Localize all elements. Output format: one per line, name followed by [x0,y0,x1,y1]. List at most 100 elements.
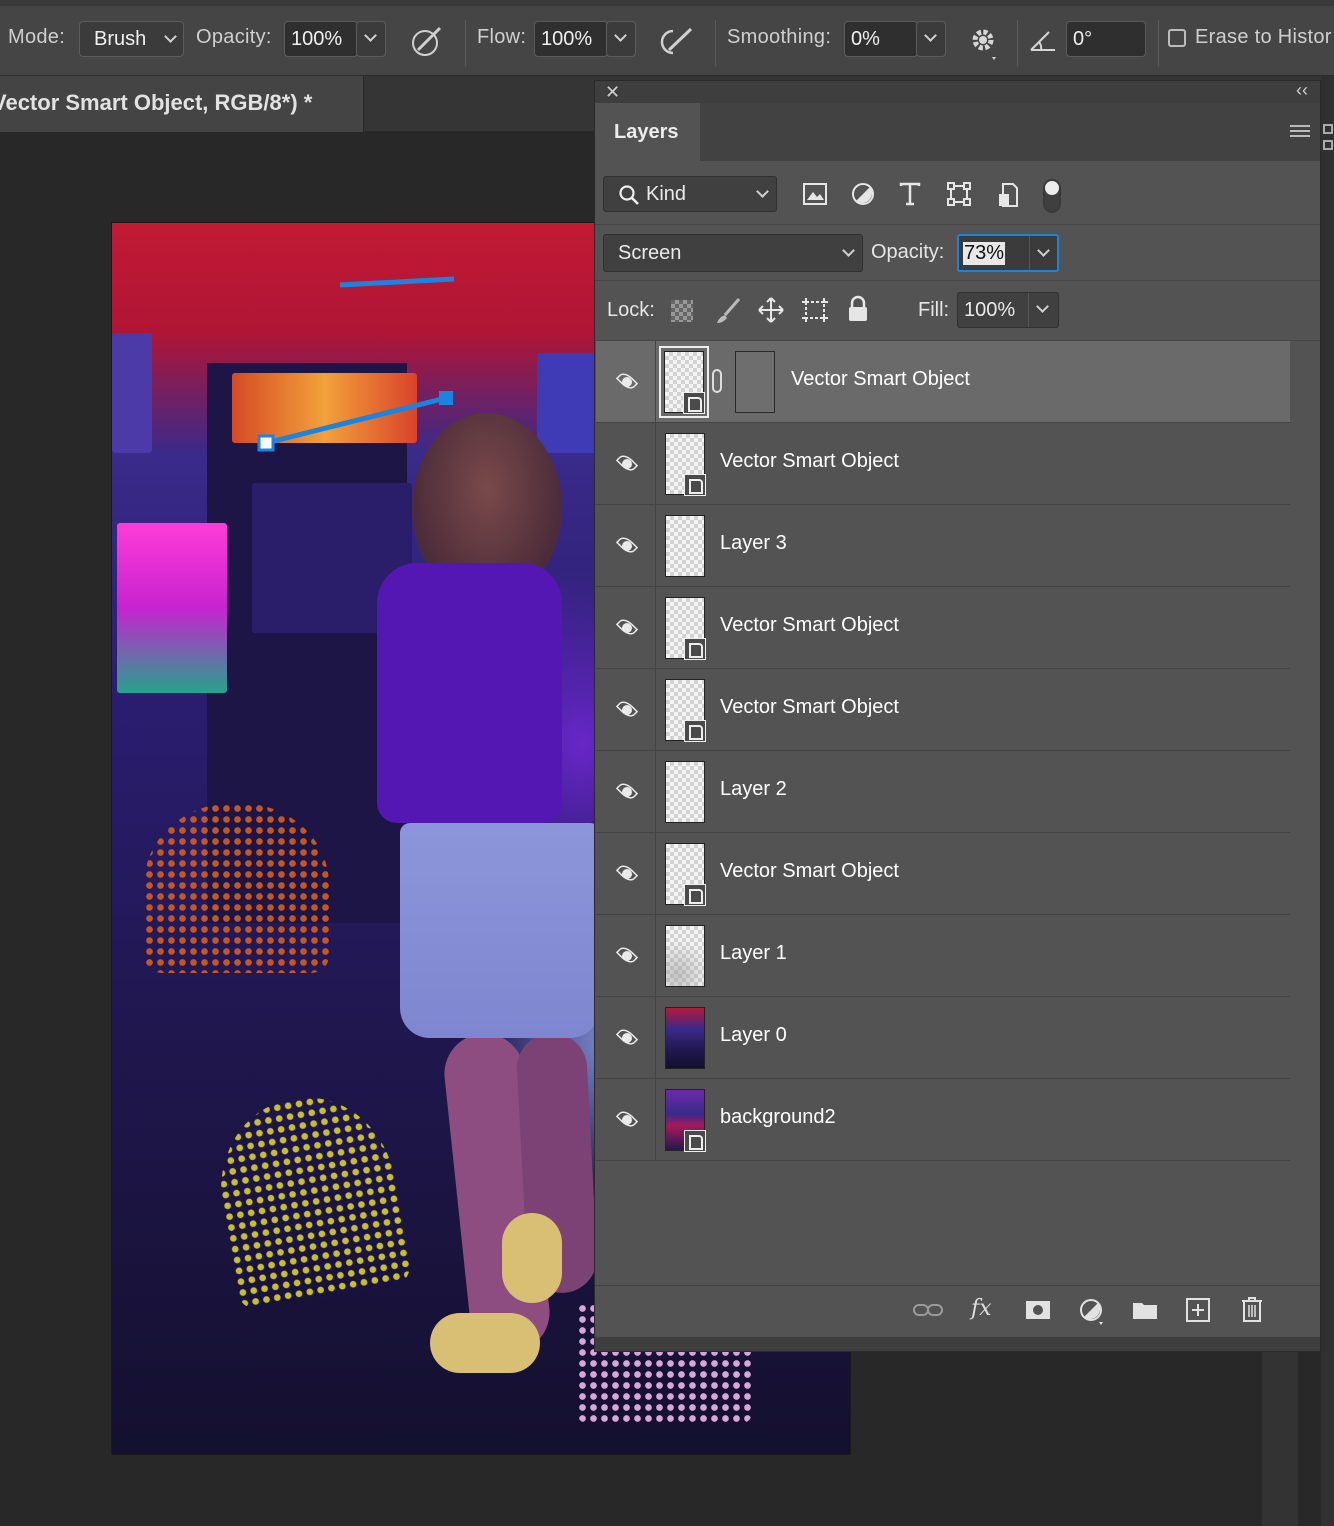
angle-input[interactable]: 0° [1066,21,1146,57]
pressure-opacity-icon[interactable] [410,24,444,58]
layer-name[interactable]: Vector Smart Object [720,860,899,883]
lock-transparency-icon[interactable] [671,300,693,322]
erase-history-checkbox[interactable] [1168,29,1186,47]
layer-thumbnail[interactable] [665,925,705,987]
collapse-icon[interactable]: ‹‹ [1296,80,1308,101]
layer-name[interactable]: Layer 2 [720,778,787,801]
flow-dropdown[interactable] [606,21,636,57]
divider [655,423,656,505]
smoothing-dropdown[interactable] [916,21,946,57]
filter-kind-dropdown[interactable]: Kind [603,176,777,212]
pixel-filter-icon[interactable] [803,183,827,205]
divider [655,915,656,997]
layer-row[interactable]: Layer 0 [596,997,1290,1079]
layer-name[interactable]: Vector Smart Object [791,368,970,391]
link-layers-icon[interactable] [913,1302,943,1318]
chevron-down-icon [364,29,377,42]
divider [1029,236,1030,270]
layer-thumbnail[interactable] [665,679,706,742]
new-layer-icon[interactable] [1186,1298,1210,1322]
layer-thumbnail[interactable] [665,1007,705,1069]
filter-toggle[interactable] [1043,179,1061,213]
lock-pixels-brush-icon[interactable] [715,297,741,325]
lock-artboard-icon[interactable] [801,297,829,323]
layer-row[interactable]: background2 [596,1079,1290,1161]
layer-row[interactable]: Vector Smart Object [596,833,1290,915]
mode-label: Mode: [8,26,66,48]
separator [1158,20,1159,66]
fill-input[interactable]: 100% [957,292,1059,328]
separator [715,20,716,66]
layer-name[interactable]: Layer 0 [720,1024,787,1047]
layer-row[interactable]: Layer 2 [596,751,1290,833]
new-group-folder-icon[interactable] [1132,1300,1158,1320]
type-filter-icon[interactable] [899,182,921,206]
layer-thumbnail[interactable] [665,433,706,496]
smart-object-filter-icon[interactable] [997,182,1019,208]
layer-thumbnail[interactable] [659,346,709,418]
airbrush-icon[interactable] [657,26,695,56]
document-tab[interactable]: Vector Smart Object, RGB/8*) * [0,76,364,132]
tab-layers[interactable]: Layers [595,103,700,161]
layer-row[interactable]: Layer 1 [596,915,1290,997]
dock-icon[interactable] [1323,124,1333,134]
divider [1028,293,1029,327]
mode-dropdown[interactable]: Brush [79,21,184,57]
lock-position-move-icon[interactable] [757,296,785,324]
flow-input[interactable]: 100% [534,21,608,57]
divider [655,997,656,1079]
delete-layer-trash-icon[interactable] [1241,1296,1263,1322]
right-dock [1321,76,1334,1526]
filter-kind-label: Kind [646,183,687,205]
layer-row[interactable]: Vector Smart Object [596,669,1290,751]
divider [655,587,656,669]
panel-resize-grip[interactable] [595,1337,1320,1351]
smart-object-icon [684,474,706,496]
layer-thumbnail[interactable] [665,515,705,577]
eye-pupil [622,869,632,879]
smart-object-icon [684,884,706,906]
layer-name[interactable]: Vector Smart Object [720,450,899,473]
layer-thumbnail[interactable] [665,761,705,823]
vector-mask-thumbnail[interactable] [735,351,775,413]
layer-thumbnail[interactable] [665,597,706,660]
close-icon[interactable]: ✕ [605,82,620,103]
layer-thumbnail[interactable] [665,1089,706,1152]
anchor-point[interactable] [257,434,275,452]
smart-object-icon [683,392,705,414]
link-chain-icon[interactable] [712,369,722,393]
layer-row[interactable]: Layer 3 [596,505,1290,587]
layer-opacity-input[interactable]: 73% [957,234,1059,272]
adjustment-filter-icon[interactable] [851,182,875,206]
layer-thumbnail[interactable] [665,843,706,906]
new-adjustment-layer-icon[interactable] [1079,1298,1105,1326]
opacity-input[interactable]: 100% [284,21,358,57]
layer-name[interactable]: Vector Smart Object [720,696,899,719]
layer-name[interactable]: Layer 1 [720,942,787,965]
layer-row[interactable]: Vector Smart Object [596,587,1290,669]
add-mask-icon[interactable] [1025,1300,1051,1320]
panel-menu-icon[interactable] [1290,125,1310,137]
scroll-gutter [1262,1352,1298,1526]
opacity-dropdown[interactable] [356,21,386,57]
blend-mode-dropdown[interactable]: Screen [603,234,863,272]
shape-filter-icon[interactable] [947,182,971,206]
layer-name[interactable]: Layer 3 [720,532,787,555]
chevron-down-icon [614,29,627,42]
gear-icon[interactable] [968,24,1002,62]
dock-icon[interactable] [1323,140,1333,150]
anchor-point[interactable] [439,391,453,405]
panel-tab-row: Layers [595,103,1320,161]
layer-row[interactable]: Vector Smart Object [596,423,1290,505]
layer-name[interactable]: Vector Smart Object [720,614,899,637]
smart-object-icon [684,1130,706,1152]
layer-name[interactable]: background2 [720,1106,836,1129]
options-bar: Mode: Brush Opacity: 100% Flow: 100% Smo… [0,0,1334,76]
lock-all-padlock-icon[interactable] [847,295,869,323]
smoothing-input[interactable]: 0% [844,21,918,57]
layer-style-fx-icon[interactable]: fx [971,1296,992,1321]
eye-pupil [622,787,632,797]
layer-opacity-value: 73% [963,242,1006,265]
layer-row[interactable]: Vector Smart Object [596,341,1290,423]
eye-pupil [622,459,632,469]
